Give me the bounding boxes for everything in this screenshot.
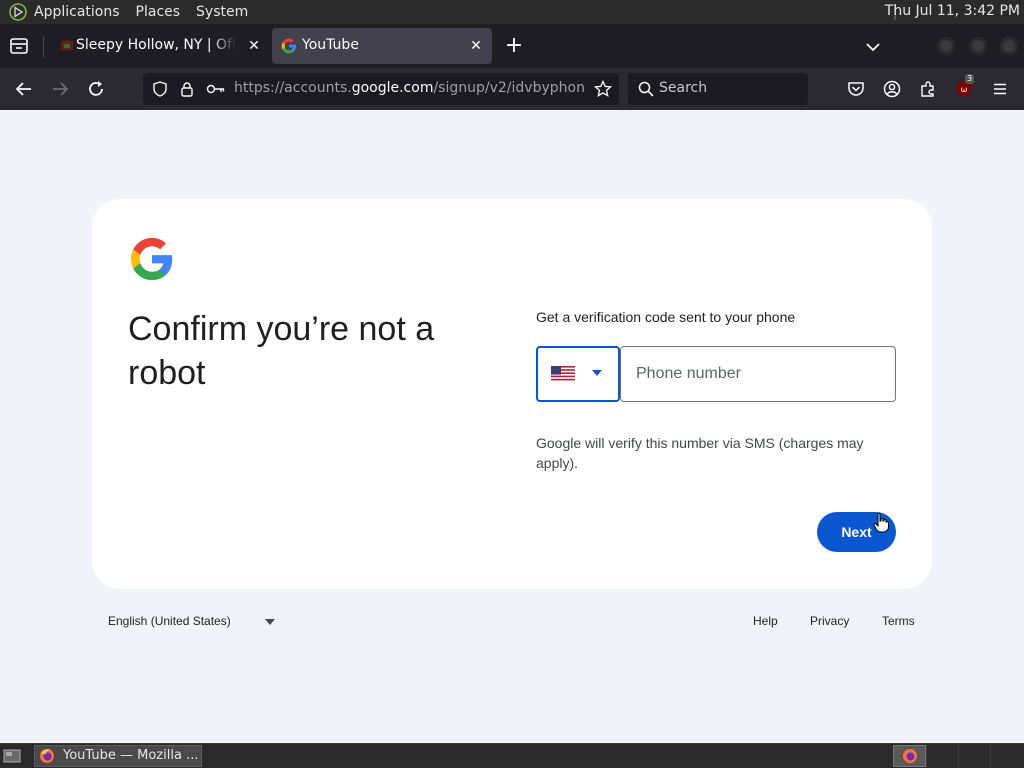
url-prefix: https://accounts. [234, 80, 352, 96]
tab-strip: Sleepy Hollow, NY | Official ✕ YouTube ✕… [0, 24, 1024, 68]
reload-icon[interactable] [86, 79, 106, 99]
search-placeholder: Search [659, 80, 708, 96]
tab-title: YouTube [302, 37, 359, 53]
account-icon[interactable] [883, 80, 901, 98]
maximize-window-icon[interactable] [969, 37, 987, 55]
new-tab-plus-icon[interactable]: + [503, 35, 525, 58]
country-code-select[interactable] [536, 346, 620, 402]
workspace-4[interactable] [990, 745, 1022, 767]
pocket-icon[interactable] [847, 80, 865, 98]
privacy-link[interactable]: Privacy [810, 614, 849, 628]
workspace-1[interactable] [893, 745, 926, 767]
back-arrow-icon[interactable] [14, 79, 34, 99]
sms-notice: Google will verify this number via SMS (… [536, 435, 864, 471]
page-footer: English (United States) Help Privacy Ter… [0, 610, 1024, 634]
lock-icon[interactable] [179, 81, 195, 97]
address-bar[interactable]: https://accounts.google.com/signup/v2/id… [143, 73, 619, 105]
site-favicon-icon [61, 40, 73, 50]
verification-prompt: Get a verification code sent to your pho… [536, 309, 796, 325]
key-icon[interactable] [206, 81, 226, 97]
workspace-3[interactable] [958, 745, 990, 767]
us-flag-icon [551, 366, 575, 382]
hamburger-menu-icon[interactable] [991, 80, 1009, 98]
tracking-protection-shield-icon[interactable] [152, 81, 168, 97]
tab-title: Sleepy Hollow, NY | Official [76, 37, 236, 53]
dropdown-caret-icon [592, 370, 602, 376]
workspace-2[interactable] [926, 745, 958, 767]
tab-sleepy-hollow[interactable]: Sleepy Hollow, NY | Official ✕ [50, 28, 270, 64]
top-panel: Applications Places System Thu Jul 11, 3… [0, 0, 1024, 24]
close-window-icon[interactable] [1000, 37, 1018, 55]
svg-text:ω: ω [961, 85, 968, 94]
url-domain: google.com [351, 80, 434, 96]
page-title: Confirm you’re not a robot [128, 310, 435, 392]
google-g-logo-icon [131, 237, 173, 281]
google-favicon-icon [281, 38, 297, 54]
system-menu[interactable]: System [196, 4, 248, 20]
tab-youtube[interactable]: YouTube ✕ [272, 28, 492, 64]
tab-separator [43, 36, 44, 58]
phone-number-input[interactable] [620, 346, 896, 402]
close-tab-icon[interactable]: ✕ [468, 38, 484, 54]
firefox-icon [40, 749, 54, 763]
hand-cursor-icon [873, 512, 889, 533]
places-menu[interactable]: Places [136, 4, 181, 20]
bookmark-star-icon[interactable] [594, 80, 612, 98]
taskbar-window-button[interactable]: YouTube — Mozilla ... [34, 745, 202, 767]
taskbar-window-label: YouTube — Mozilla ... [63, 748, 199, 763]
firefox-icon [903, 749, 917, 763]
terms-link[interactable]: Terms [882, 614, 915, 628]
url-text[interactable]: https://accounts.google.com/signup/v2/id… [234, 80, 584, 96]
page-content: Confirm you’re not a robot Get a verific… [0, 110, 1024, 743]
bottom-taskbar: YouTube — Mozilla ... [0, 743, 1024, 768]
system-menu-icon[interactable] [9, 3, 27, 21]
navigation-toolbar: https://accounts.google.com/signup/v2/id… [0, 68, 1024, 110]
clock[interactable]: Thu Jul 11, 3:42 PM [885, 3, 1020, 19]
show-desktop-icon[interactable] [3, 748, 21, 764]
close-tab-icon[interactable]: ✕ [246, 38, 262, 54]
firefox-view-icon[interactable] [8, 36, 30, 56]
extension-badge: 3 [965, 74, 975, 84]
minimize-window-icon[interactable] [937, 37, 955, 55]
dropdown-caret-icon[interactable] [265, 619, 275, 625]
chevron-down-icon[interactable] [863, 38, 883, 56]
ublock-extension-button[interactable]: ω 3 [955, 74, 975, 100]
applications-menu[interactable]: Applications [34, 4, 120, 20]
signup-card: Confirm you’re not a robot Get a verific… [92, 199, 932, 589]
forward-arrow-icon[interactable] [50, 79, 70, 99]
url-path: /signup/v2/idvbyphone?TL= [433, 80, 584, 96]
extensions-puzzle-icon[interactable] [919, 80, 937, 98]
search-bar[interactable]: Search [628, 73, 808, 105]
language-select[interactable]: English (United States) [108, 614, 231, 628]
search-icon [638, 81, 654, 97]
help-link[interactable]: Help [753, 614, 778, 628]
